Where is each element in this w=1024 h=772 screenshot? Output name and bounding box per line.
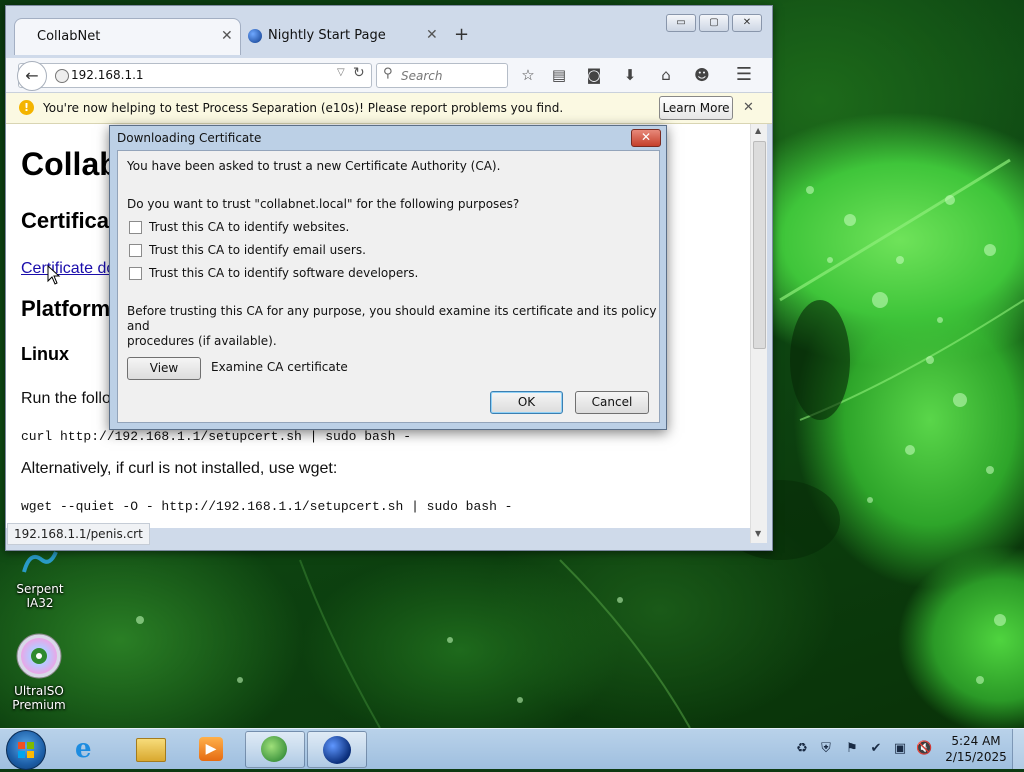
- learn-more-button[interactable]: Learn More: [659, 96, 733, 120]
- download-icon[interactable]: ⬇: [620, 65, 640, 85]
- checkbox-label: Trust this CA to identify websites.: [149, 220, 350, 234]
- desktop-icon-label: UltraISO Premium: [12, 684, 66, 712]
- taskbar-firefox-nightly[interactable]: [307, 731, 367, 768]
- start-button[interactable]: [6, 730, 46, 770]
- tab-close-icon[interactable]: ✕: [426, 27, 438, 43]
- dialog-body: You have been asked to trust a new Certi…: [117, 150, 660, 423]
- tab-collabnet[interactable]: CollabNet ✕: [14, 18, 241, 55]
- taskbar: e ▶ ♻ ⛨ ⚑ ✔ ▣ 🔇 5:24 AM 2/15/2025: [0, 728, 1024, 770]
- dialog-intro: You have been asked to trust a new Certi…: [127, 159, 501, 173]
- disc-icon: [15, 632, 63, 680]
- home-icon[interactable]: ⌂: [656, 65, 676, 85]
- dialog-question: Do you want to trust "collabnet.local" f…: [127, 197, 520, 211]
- nightly-globe-icon: [323, 736, 351, 764]
- scroll-down-icon[interactable]: ▼: [755, 529, 761, 538]
- dialog-close-button[interactable]: ✕: [631, 129, 661, 147]
- url-text: 192.168.1.1: [71, 68, 144, 82]
- advice-line: procedures (if available).: [127, 334, 277, 348]
- back-button[interactable]: ←: [17, 61, 47, 91]
- desktop-icon-serpent[interactable]: Serpent IA32: [2, 546, 78, 610]
- ok-button[interactable]: OK: [490, 391, 563, 414]
- hello-icon[interactable]: ☻: [692, 65, 712, 85]
- tab-close-icon[interactable]: ✕: [221, 28, 233, 44]
- checkbox-label: Trust this CA to identify software devel…: [149, 266, 419, 280]
- curl-command: curl http://192.168.1.1/setupcert.sh | s…: [21, 429, 412, 444]
- trust-developers-checkbox[interactable]: [129, 267, 142, 280]
- windows-logo-icon: [18, 742, 34, 758]
- search-placeholder: Search: [401, 69, 443, 83]
- tab-label: CollabNet: [37, 29, 101, 44]
- page-heading: Collab: [21, 146, 119, 182]
- taskbar-explorer[interactable]: [121, 731, 179, 766]
- status-url: 192.168.1.1/penis.crt: [7, 523, 150, 545]
- desktop-icon-ultraiso[interactable]: UltraISO Premium: [1, 632, 77, 712]
- taskbar-ie[interactable]: e: [60, 731, 118, 766]
- search-icon: ⚲: [383, 66, 393, 81]
- tab-bar: CollabNet ✕ Nightly Start Page ✕ + ▭ ▢ ✕: [6, 6, 772, 60]
- history-dropdown-icon[interactable]: ▽: [337, 67, 345, 78]
- alternative-instructions: Alternatively, if curl is not installed,…: [21, 460, 338, 477]
- wget-command: wget --quiet -O - http://192.168.1.1/set…: [21, 499, 513, 514]
- dialog-advice: Before trusting this CA for any purpose,…: [127, 304, 659, 349]
- notification-close-icon[interactable]: ✕: [743, 100, 754, 115]
- minimize-button[interactable]: ▭: [666, 14, 696, 32]
- menu-icon[interactable]: ☰: [734, 65, 754, 85]
- scroll-thumb[interactable]: [753, 141, 766, 349]
- action-center-tray-icon[interactable]: ⚑: [844, 741, 860, 757]
- view-caption: Examine CA certificate: [211, 360, 348, 374]
- run-instructions: Run the follow: [21, 390, 123, 407]
- vertical-scrollbar[interactable]: ▲ ▼: [750, 124, 767, 543]
- checkbox-label: Trust this CA to identify email users.: [149, 243, 366, 257]
- tab-nightly-start[interactable]: Nightly Start Page ✕: [240, 18, 440, 54]
- url-bar[interactable]: ← 192.168.1.1 ▽ ↻: [17, 61, 372, 91]
- trust-email-checkbox[interactable]: [129, 244, 142, 257]
- trust-websites-checkbox[interactable]: [129, 221, 142, 234]
- taskbar-media-player[interactable]: ▶: [182, 731, 240, 766]
- internet-explorer-icon: e: [75, 734, 92, 764]
- desktop-icon-label: Serpent IA32: [16, 582, 64, 610]
- clock-time: 5:24 AM: [951, 734, 1001, 748]
- security-tray-icon[interactable]: ✔: [868, 741, 884, 757]
- certificate-heading: Certifica: [21, 208, 110, 233]
- reading-list-icon[interactable]: ▤: [549, 65, 569, 85]
- bookmark-star-icon[interactable]: ☆: [518, 65, 538, 85]
- pocket-icon[interactable]: ◙: [584, 65, 604, 85]
- cancel-button[interactable]: Cancel: [575, 391, 649, 414]
- maximize-button[interactable]: ▢: [699, 14, 729, 32]
- globe-icon: [55, 69, 69, 83]
- certificate-link[interactable]: Certificate do: [21, 260, 115, 278]
- notification-text: You're now helping to test Process Separ…: [43, 101, 564, 115]
- network-tray-icon[interactable]: ♻: [794, 741, 810, 757]
- globe-arrow-icon: [261, 736, 287, 762]
- search-input[interactable]: ⚲ Search: [376, 63, 508, 88]
- globe-icon: [248, 29, 262, 43]
- tab-label: Nightly Start Page: [268, 28, 386, 43]
- display-tray-icon[interactable]: ▣: [892, 741, 908, 757]
- nav-bar: ← 192.168.1.1 ▽ ↻ ⚲ Search ☆ ▤ ◙ ⬇ ⌂ ☻ ☰: [6, 58, 772, 93]
- shield-tray-icon[interactable]: ⛨: [818, 741, 834, 757]
- folder-icon: [136, 738, 166, 762]
- certificate-link-text[interactable]: Certificate do: [21, 260, 115, 277]
- clock[interactable]: 5:24 AM 2/15/2025: [944, 733, 1008, 765]
- volume-muted-icon[interactable]: 🔇: [916, 741, 932, 757]
- advice-line: Before trusting this CA for any purpose,…: [127, 304, 657, 333]
- linux-heading: Linux: [21, 344, 69, 364]
- mouse-cursor-icon: [47, 265, 61, 285]
- view-button[interactable]: View: [127, 357, 201, 380]
- clock-date: 2/15/2025: [945, 750, 1007, 764]
- taskbar-app-open[interactable]: [245, 731, 305, 768]
- scroll-up-icon[interactable]: ▲: [755, 126, 761, 135]
- notification-bar: ! You're now helping to test Process Sep…: [6, 93, 772, 124]
- new-tab-button[interactable]: +: [454, 24, 469, 45]
- info-icon: !: [19, 100, 34, 115]
- dialog-title: Downloading Certificate: [117, 131, 262, 145]
- reload-icon[interactable]: ↻: [353, 65, 365, 81]
- media-player-icon: ▶: [199, 737, 223, 761]
- certificate-dialog: Downloading Certificate ✕ You have been …: [109, 125, 667, 430]
- close-button[interactable]: ✕: [732, 14, 762, 32]
- platform-heading: Platform: [21, 296, 111, 321]
- show-desktop-button[interactable]: [1012, 729, 1024, 769]
